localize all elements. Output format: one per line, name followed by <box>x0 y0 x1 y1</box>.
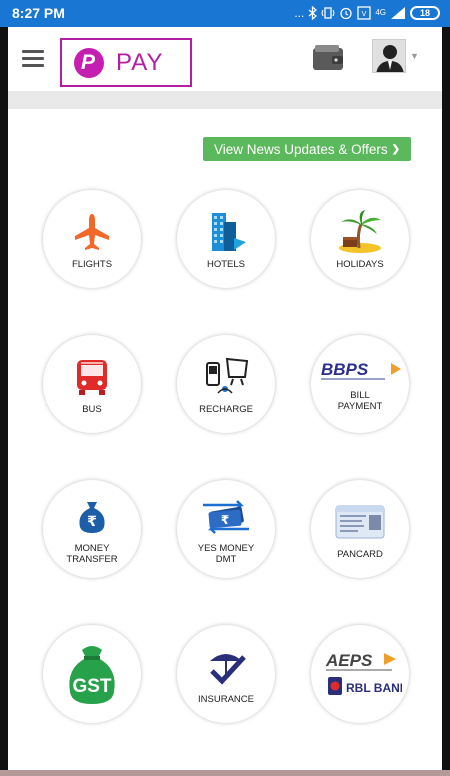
palm-tree-icon <box>337 209 383 255</box>
service-label: RECHARGE <box>199 403 253 415</box>
service-bus[interactable]: BUS <box>43 335 141 433</box>
bluetooth-icon <box>308 6 318 20</box>
profile-menu[interactable]: ▼ <box>372 39 419 73</box>
status-time: 8:27 PM <box>12 5 65 21</box>
vibrate-icon <box>321 7 335 19</box>
network-type: 4G <box>375 8 386 17</box>
money-bag-icon: ₹ <box>69 493 115 539</box>
news-offers-button[interactable]: View News Updates & Offers ❯ <box>203 137 411 161</box>
service-bill-payment[interactable]: BBPS BILL PAYMENT <box>311 335 409 433</box>
menu-icon[interactable] <box>22 50 44 68</box>
avatar <box>372 39 406 73</box>
logo-mark-icon: P <box>74 47 104 78</box>
service-hotels[interactable]: HOTELS <box>177 190 275 288</box>
gst-bag-icon: GST <box>63 641 121 707</box>
battery-icon: 18 <box>410 6 440 20</box>
service-holidays[interactable]: HOLIDAYS <box>311 190 409 288</box>
service-label: INSURANCE <box>198 693 254 705</box>
service-insurance[interactable]: INSURANCE <box>177 625 275 723</box>
svg-text:₹: ₹ <box>221 513 229 527</box>
brand-logo[interactable]: P PAY <box>60 38 192 87</box>
bottom-edge <box>0 770 450 776</box>
service-label: PANCARD <box>337 548 383 560</box>
service-recharge[interactable]: RECHARGE <box>177 335 275 433</box>
news-offers-label: View News Updates & Offers <box>214 141 388 157</box>
svg-text:AEPS: AEPS <box>325 651 373 670</box>
mobile-tv-icon <box>203 354 249 400</box>
svg-text:GST: GST <box>72 676 111 697</box>
logo-text: PAY <box>116 48 164 76</box>
app-header: P PAY ▼ <box>8 27 442 91</box>
chevron-down-icon: ❯ <box>391 143 400 155</box>
service-label: HOTELS <box>206 258 245 270</box>
user-silhouette-icon <box>376 45 404 72</box>
airplane-icon <box>69 209 115 255</box>
battery-level: 18 <box>419 8 430 18</box>
aeps-rbl-icon: AEPS RBL BANK <box>317 646 403 702</box>
overflow-dots-icon: ... <box>294 6 305 20</box>
service-label: MONEY TRANSFER <box>66 543 118 565</box>
status-bar: 8:27 PM ... V 4G 18 <box>0 0 450 27</box>
chevron-down-icon: ▼ <box>410 51 419 61</box>
service-money-transfer[interactable]: ₹ MONEY TRANSFER <box>43 480 141 578</box>
volte-icon: V <box>357 6 371 20</box>
bbps-icon: BBPS <box>317 356 403 386</box>
service-label: HOLIDAYS <box>336 258 384 270</box>
currency-transfer-icon: ₹ <box>196 493 256 539</box>
svg-text:BBPS: BBPS <box>321 360 369 379</box>
bus-icon <box>69 354 115 400</box>
service-flights[interactable]: FLIGHTS <box>43 190 141 288</box>
app-screen: P PAY ▼ View News Updates & Offers ❯ FLI… <box>8 27 442 776</box>
svg-text:₹: ₹ <box>87 514 97 530</box>
service-label: YES MONEY DMT <box>197 543 255 565</box>
service-yes-money-dmt[interactable]: ₹ YES MONEY DMT <box>177 480 275 578</box>
service-aeps[interactable]: AEPS RBL BANK <box>311 625 409 723</box>
wallet-icon[interactable] <box>312 43 344 71</box>
svg-text:RBL BANK: RBL BANK <box>346 681 402 695</box>
header-divider <box>8 91 442 109</box>
service-label: FLIGHTS <box>71 258 113 270</box>
service-label: BUS <box>82 403 102 415</box>
building-icon <box>203 209 249 255</box>
service-label: BILL PAYMENT <box>337 390 383 412</box>
service-gst[interactable]: GST <box>43 625 141 723</box>
signal-icon <box>391 7 405 19</box>
service-pancard[interactable]: PANCARD <box>311 480 409 578</box>
umbrella-check-icon <box>203 644 249 690</box>
svg-text:V: V <box>362 10 367 18</box>
status-icons: ... V 4G 18 <box>294 4 440 22</box>
pancard-icon <box>334 499 386 545</box>
alarm-icon <box>340 7 352 20</box>
